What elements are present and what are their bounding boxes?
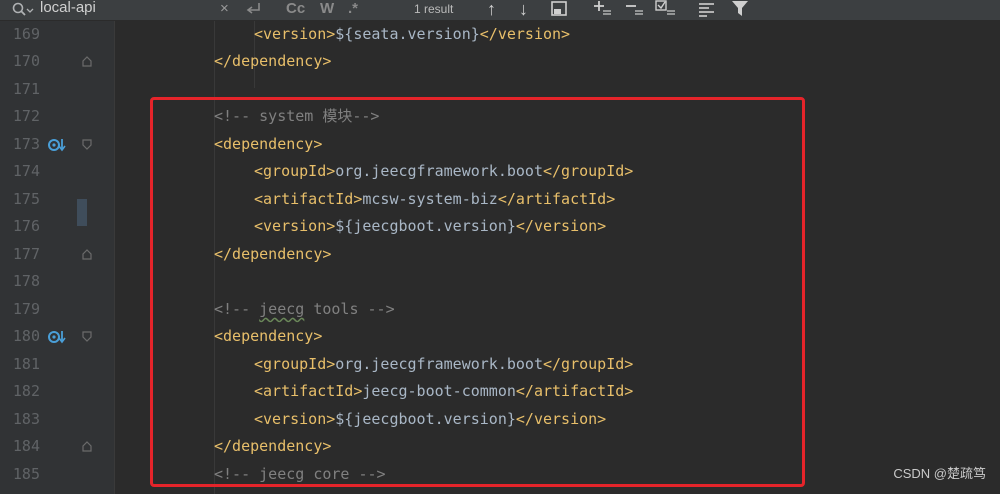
fold-end-icon[interactable] [82,441,92,452]
maven-nav-icon[interactable] [48,138,66,152]
highlight-annotation-box [150,97,805,487]
whole-word-button[interactable]: W [320,0,334,20]
xml-tag: </dependency> [214,52,332,71]
line-number[interactable]: 170 [0,48,40,76]
line-number[interactable]: 172 [0,103,40,131]
line-number[interactable]: 171 [0,76,40,104]
search-input[interactable]: local-api [40,0,96,16]
line-number[interactable]: 173 [0,131,40,159]
line-number[interactable]: 185 [0,461,40,489]
watermark: CSDN @楚疏笃 [893,466,986,481]
code-line[interactable]: 169 <version>${seata.version}</version> [0,21,1000,49]
add-occurrence-icon[interactable] [592,0,612,18]
line-number[interactable]: 178 [0,268,40,296]
line-number[interactable]: 176 [0,213,40,241]
maven-nav-icon[interactable] [48,330,66,344]
remove-occurrence-icon[interactable] [624,0,644,18]
code-text[interactable]: <version>${seata.version}</version> [254,21,570,49]
line-number[interactable]: 182 [0,378,40,406]
clear-search-button[interactable]: × [220,0,229,20]
line-number[interactable]: 180 [0,323,40,351]
change-marker [77,199,87,226]
select-occurrences-icon[interactable] [655,0,677,18]
fold-end-icon[interactable] [82,248,92,260]
line-number[interactable]: 169 [0,21,40,49]
line-number[interactable]: 181 [0,351,40,379]
match-case-button[interactable]: Cc [286,0,305,20]
fold-start-icon[interactable] [82,331,92,343]
fold-end-icon[interactable] [82,56,92,67]
fold-start-icon[interactable] [82,139,92,150]
result-count: 1 result [414,2,454,16]
filter-icon[interactable] [731,0,749,18]
xml-text: ${seata.version} [335,24,480,43]
xml-tag: <version> [254,24,336,43]
line-number[interactable]: 183 [0,406,40,434]
line-number[interactable]: 184 [0,433,40,461]
line-number[interactable]: 175 [0,186,40,214]
search-icon[interactable] [12,2,34,18]
select-all-occurrences-icon[interactable] [551,1,569,17]
xml-tag: </version> [479,24,571,43]
next-occurrence-button[interactable]: ↓ [519,0,528,20]
line-number[interactable]: 179 [0,296,40,324]
code-line[interactable]: 170 </dependency> [0,48,1000,76]
regex-button[interactable]: .* [348,0,358,20]
previous-occurrence-button[interactable]: ↑ [487,0,496,20]
new-line-icon[interactable] [245,2,263,16]
line-number[interactable]: 177 [0,241,40,269]
code-text[interactable]: </dependency> [214,48,331,76]
line-number[interactable]: 174 [0,158,40,186]
filter-results-icon[interactable] [698,1,716,17]
find-bar: local-api × Cc W .* 1 result ↑ ↓ [0,0,1000,21]
